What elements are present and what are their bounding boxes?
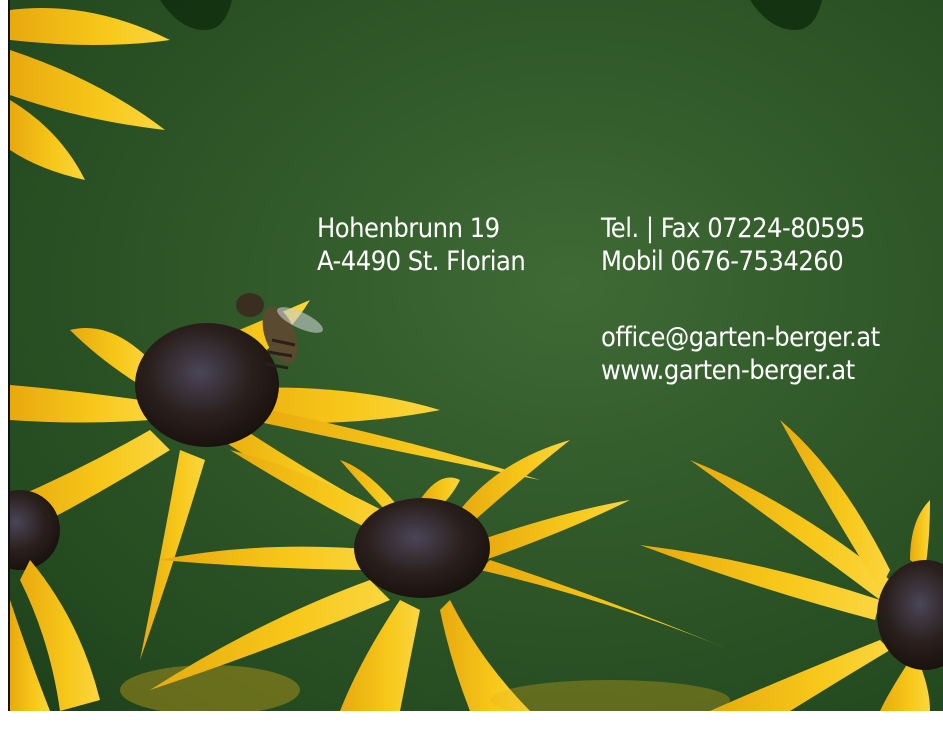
address-city: A-4490 St. Florian: [317, 246, 526, 277]
website-url[interactable]: www.garten-berger.at: [601, 354, 880, 387]
phone-block: Tel. | Fax 07224-80595 Mobil 0676-753426…: [601, 212, 866, 278]
address-street: Hohenbrunn 19: [317, 213, 500, 244]
email-address[interactable]: office@garten-berger.at: [601, 321, 880, 354]
left-border: [0, 0, 10, 731]
bottom-margin: [0, 711, 943, 731]
online-block: office@garten-berger.at www.garten-berge…: [601, 321, 880, 387]
flyer-page: Hohenbrunn 19 A-4490 St. Florian Tel. | …: [0, 0, 943, 731]
phone-mobile: Mobil 0676-7534260: [601, 246, 844, 277]
address-block: Hohenbrunn 19 A-4490 St. Florian: [317, 212, 526, 278]
phone-tel-fax: Tel. | Fax 07224-80595: [601, 213, 866, 244]
